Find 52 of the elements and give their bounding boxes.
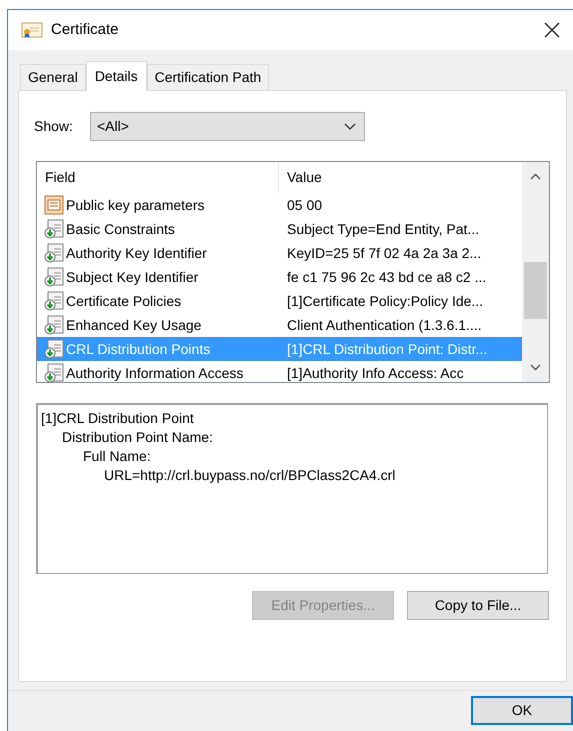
field-value: KeyID=25 5f 7f 02 4a 2a 3a 2... — [286, 244, 482, 263]
tab[interactable]: Details — [86, 61, 147, 91]
field-value: [1]Authority Info Access: Acc — [286, 364, 464, 382]
field-value: Client Authentication (1.3.6.1.... — [286, 316, 482, 335]
tab[interactable]: Certification Path — [146, 64, 270, 90]
detail-line: Full Name: — [83, 447, 151, 466]
extension-icon — [44, 315, 64, 335]
field-name: Enhanced Key Usage — [66, 316, 202, 335]
detail-line: [1]CRL Distribution Point — [41, 409, 194, 428]
field-value: Subject Type=End Entity, Pat... — [286, 220, 480, 239]
action-button[interactable]: Copy to File... — [407, 591, 549, 620]
field-name: Authority Key Identifier — [66, 244, 207, 263]
scroll-thumb[interactable] — [524, 262, 547, 319]
column-header[interactable]: Field — [37, 162, 279, 193]
field-name: Certificate Policies — [66, 292, 182, 310]
scroll-down-icon[interactable] — [530, 364, 541, 371]
table-row[interactable]: Authority Key Identifier KeyID=25 5f 7f 02 4a 2a 3a 2... — [37, 241, 522, 265]
field-name: CRL Distribution Points — [66, 340, 210, 358]
scrollbar[interactable] — [522, 162, 549, 382]
extension-icon — [44, 291, 64, 311]
show-label: Show: — [34, 117, 74, 136]
field-name: Public key parameters — [66, 196, 205, 215]
certificate-icon — [21, 21, 43, 39]
column-header[interactable]: Value — [279, 162, 522, 193]
extension-icon — [44, 267, 64, 287]
chevron-down-icon — [344, 122, 356, 130]
parameter-icon — [44, 195, 64, 215]
table-row[interactable]: Basic Constraints Subject Type=End Entity, Pat... — [37, 217, 522, 241]
extension-icon — [44, 243, 64, 263]
table-row[interactable]: Enhanced Key Usage Client Authentication (1.3.6.1.... — [37, 313, 522, 337]
field-name: Subject Key Identifier — [66, 268, 198, 287]
field-name: Authority Information Access — [66, 364, 244, 382]
tab[interactable]: General — [20, 64, 86, 90]
detail-line: Distribution Point Name: — [62, 428, 213, 447]
extension-icon — [44, 339, 64, 359]
show-dropdown[interactable]: <All> — [90, 112, 365, 141]
close-icon — [544, 22, 560, 38]
field-value: fe c1 75 96 2c 43 bd ce a8 c2 ... — [286, 268, 486, 286]
extension-icon — [44, 219, 64, 239]
window-title: Certificate — [51, 20, 119, 40]
detail-line: URL=http://crl.buypass.no/crl/BPClass2CA4.crl — [104, 466, 396, 485]
table-row[interactable]: Authority Information Access [1]Authority Info Access: Acc — [37, 361, 522, 382]
detail-text-box[interactable]: [1]CRL Distribution Point Distribution Point Name: Full Name: URL=http://crl.buypass.no/crl/BPClass2CA4.crl — [36, 403, 548, 574]
scroll-up-icon[interactable] — [530, 173, 541, 180]
table-row[interactable]: Certificate Policies [1]Certificate Policy:Policy Ide... — [37, 289, 522, 313]
table-row[interactable]: Public key parameters 05 00 — [37, 193, 522, 217]
table-row[interactable]: Subject Key Identifier fe c1 75 96 2c 43 bd ce a8 c2 ... — [37, 265, 522, 289]
field-value: 05 00 — [286, 196, 322, 214]
field-name: Basic Constraints — [66, 220, 175, 238]
field-value: [1]CRL Distribution Point: Distr... — [286, 340, 488, 359]
ok-button[interactable]: OK — [471, 696, 573, 724]
field-value: [1]Certificate Policy:Policy Ide... — [286, 292, 484, 311]
